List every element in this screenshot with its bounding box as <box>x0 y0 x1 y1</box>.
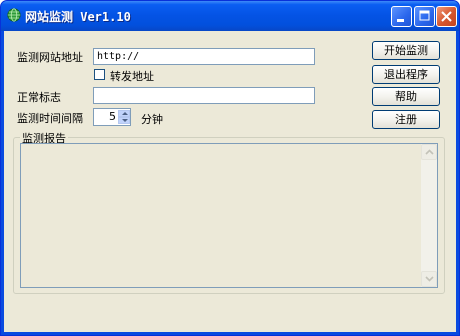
close-icon <box>441 11 452 22</box>
start-monitor-button[interactable]: 开始监测 <box>372 41 440 60</box>
interval-stepper[interactable]: 5 <box>93 108 131 126</box>
spin-down-button[interactable] <box>118 117 130 124</box>
redirect-checkbox[interactable] <box>94 69 105 80</box>
title-bar[interactable]: 网站监测 Ver1.10 <box>1 1 459 31</box>
arrow-up-icon <box>122 112 128 115</box>
interval-label: 监测时间间隔 <box>17 112 83 125</box>
app-window: 网站监测 Ver1.10 监测网站地址 http:// 转发地址 正常标志 监测… <box>0 0 460 336</box>
interval-value[interactable]: 5 <box>94 109 116 125</box>
window-title: 网站监测 Ver1.10 <box>25 10 131 24</box>
interval-unit: 分钟 <box>141 113 163 126</box>
minimize-button[interactable] <box>391 6 412 27</box>
help-button[interactable]: 帮助 <box>372 87 440 106</box>
exit-button[interactable]: 退出程序 <box>372 65 440 84</box>
globe-icon <box>7 8 21 22</box>
normal-mark-input[interactable] <box>93 87 315 104</box>
maximize-icon <box>419 10 430 21</box>
report-textarea[interactable] <box>20 143 438 288</box>
maximize-button[interactable] <box>414 6 435 27</box>
close-button[interactable] <box>436 6 457 27</box>
redirect-checkbox-label: 转发地址 <box>110 70 154 83</box>
url-label: 监测网站地址 <box>17 51 83 64</box>
url-input[interactable]: http:// <box>93 48 315 65</box>
minimize-icon <box>397 19 404 22</box>
spin-up-button[interactable] <box>118 110 130 117</box>
arrow-down-icon <box>122 119 128 122</box>
client-area: 监测网站地址 http:// 转发地址 正常标志 监测时间间隔 5 分钟 开始监… <box>4 31 456 332</box>
normal-mark-label: 正常标志 <box>17 91 61 104</box>
register-button[interactable]: 注册 <box>372 110 440 129</box>
